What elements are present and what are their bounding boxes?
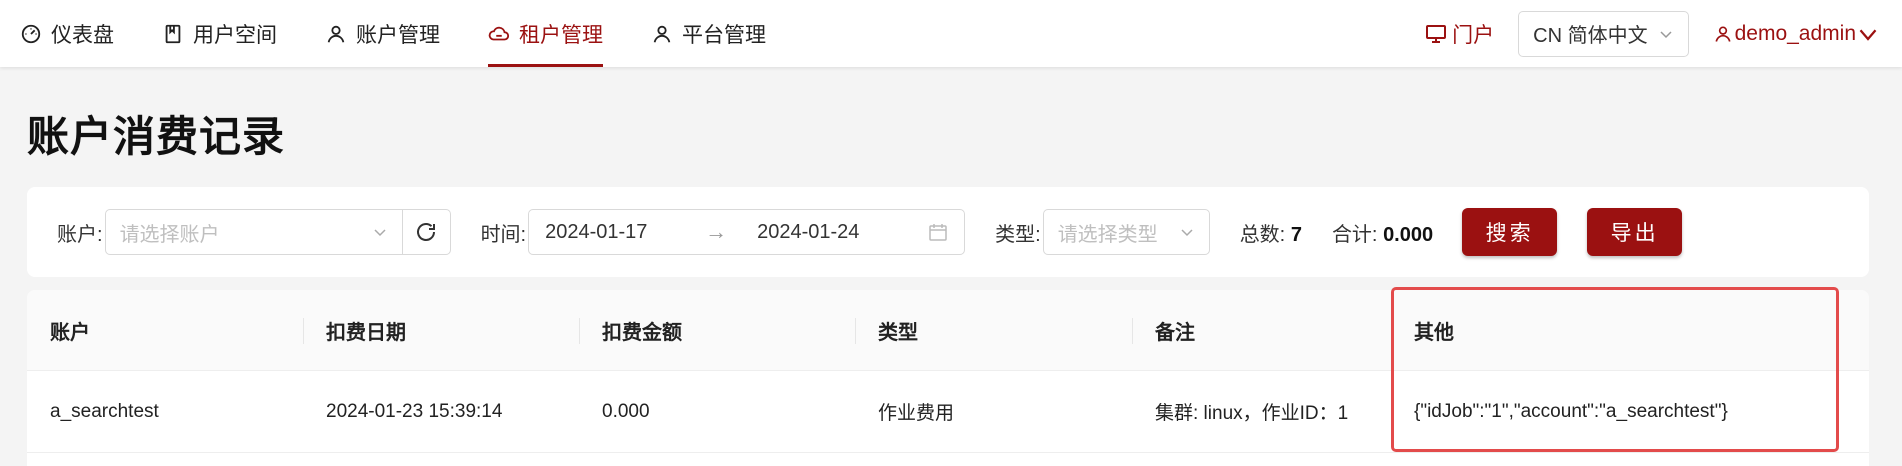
desktop-icon	[1426, 24, 1447, 43]
nav-item-tenant-management[interactable]: 租户管理	[464, 0, 627, 67]
range-arrow: →	[705, 219, 728, 244]
cell-other: {"idJob":"1","account":"a_searchtest"}	[1414, 400, 1728, 422]
portal-label: 门户	[1452, 23, 1495, 47]
total-sum-value: 0.000	[1383, 223, 1434, 246]
total-sum-label: 合计:	[1331, 223, 1378, 246]
column-header-remark: 备注	[1132, 290, 1391, 370]
column-header-date: 扣费日期	[303, 290, 579, 370]
cell-date: 2024-01-23 15:39:14	[326, 400, 503, 422]
user-icon	[653, 25, 671, 42]
nav-label: 用户空间	[193, 23, 277, 47]
table-row: a_searchtest 2024-01-23 15:39:14 0.000 作…	[27, 371, 1869, 453]
account-filter-group: 请选择账户	[104, 209, 451, 255]
total-sum: 合计: 0.000	[1332, 218, 1433, 247]
chevron-down-icon	[1660, 30, 1672, 38]
nav-label: 租户管理	[519, 23, 603, 47]
time-filter-label: 时间:	[480, 223, 527, 246]
type-placeholder: 请选择类型	[1057, 223, 1158, 246]
book-icon	[165, 24, 181, 43]
user-icon	[1715, 26, 1731, 42]
main-nav: 仪表盘 用户空间 账户管理 租户管理 平台管理	[0, 0, 790, 67]
portal-link[interactable]: 门户	[1424, 19, 1494, 49]
dashboard-icon	[21, 24, 41, 43]
total-count: 总数: 7	[1240, 218, 1302, 247]
chevron-down-icon	[1859, 29, 1877, 41]
column-header-amount: 扣费金额	[579, 290, 855, 370]
cloud-icon	[488, 26, 510, 40]
column-header-other: 其他	[1391, 290, 1869, 370]
nav-label: 平台管理	[682, 23, 766, 47]
column-header-type: 类型	[855, 290, 1132, 370]
nav-item-account-management[interactable]: 账户管理	[301, 0, 464, 67]
language-label: CN 简体中文	[1533, 25, 1648, 47]
top-navigation-bar: 仪表盘 用户空间 账户管理 租户管理 平台管理 门户 CN 简体中文 demo_…	[0, 0, 1902, 67]
refresh-button[interactable]	[402, 209, 451, 255]
type-select[interactable]: 请选择类型	[1042, 209, 1210, 255]
user-menu[interactable]: demo_admin	[1713, 22, 1878, 46]
header-actions: 门户 CN 简体中文 demo_admin	[1424, 0, 1902, 67]
start-date[interactable]: 2024-01-17	[545, 221, 705, 244]
nav-label: 仪表盘	[51, 23, 114, 47]
chevron-down-icon	[1181, 229, 1193, 237]
column-header-account: 账户	[50, 321, 90, 344]
total-count-label: 总数:	[1239, 223, 1286, 246]
cell-remark: 集群: linux，作业ID：1	[1155, 403, 1349, 424]
account-filter-label: 账户:	[57, 223, 103, 246]
nav-item-platform-management[interactable]: 平台管理	[627, 0, 790, 67]
date-range-picker[interactable]: 2024-01-17 → 2024-01-24	[528, 209, 966, 255]
table-header: 账户 扣费日期 扣费金额 类型 备注 其他	[27, 290, 1869, 371]
nav-item-user-space[interactable]: 用户空间	[138, 0, 301, 67]
cell-amount: 0.000	[602, 400, 650, 422]
username: demo_admin	[1734, 21, 1856, 45]
search-button[interactable]: 搜索	[1462, 208, 1558, 256]
language-select[interactable]: CN 简体中文	[1518, 10, 1689, 57]
cell-type: 作业费用	[878, 403, 955, 424]
total-count-value: 7	[1290, 223, 1302, 246]
filter-bar: 账户: 请选择账户 时间: 2024-01-17 → 2024-01-24 类型…	[27, 187, 1869, 277]
user-icon	[327, 25, 345, 42]
type-filter-label: 类型:	[995, 223, 1041, 246]
calendar-icon	[929, 224, 947, 241]
account-select[interactable]: 请选择账户	[104, 209, 403, 255]
page-title: 账户消费记录	[27, 113, 286, 160]
nav-label: 账户管理	[356, 23, 440, 47]
end-date[interactable]: 2024-01-24	[757, 221, 928, 244]
export-button[interactable]: 导出	[1587, 208, 1683, 256]
consumption-table: 账户 扣费日期 扣费金额 类型 备注 其他 a_searchtest 2024-…	[27, 290, 1869, 466]
cell-account: a_searchtest	[50, 400, 159, 422]
nav-item-dashboard[interactable]: 仪表盘	[0, 0, 138, 67]
chevron-down-icon	[374, 229, 386, 237]
refresh-icon	[417, 223, 436, 241]
account-placeholder: 请选择账户	[119, 223, 220, 246]
